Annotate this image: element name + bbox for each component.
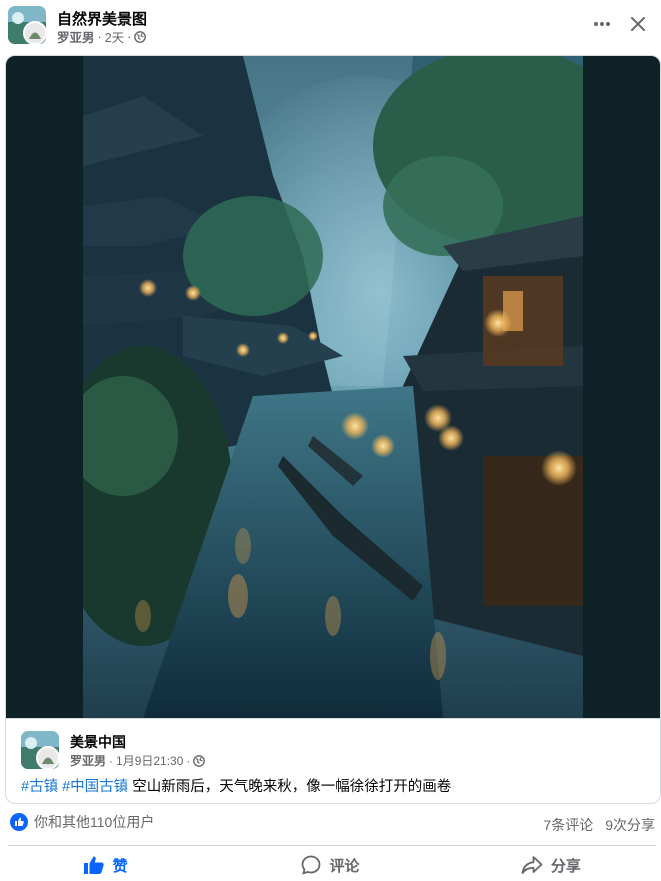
- like-reaction-icon: [10, 813, 28, 831]
- post-body: 空山新雨后，天气晚来秋，像一幅徐徐打开的画卷: [132, 779, 452, 795]
- comment-count[interactable]: 7条评论: [543, 815, 593, 835]
- post-meta: 罗亚男 · 2天 ·: [57, 27, 147, 46]
- post-photo[interactable]: [6, 56, 660, 718]
- hashtag-link[interactable]: #古镇: [21, 779, 58, 795]
- share-button[interactable]: 分享: [441, 849, 661, 881]
- share-count[interactable]: 9次分享: [605, 815, 655, 835]
- separator: ·: [186, 753, 191, 768]
- divider: [8, 845, 656, 846]
- hashtag-link[interactable]: #中国古镇: [62, 779, 128, 795]
- shared-post-meta: 罗亚男 · 1月9日21:30 ·: [70, 752, 206, 769]
- globe-icon: [193, 754, 206, 767]
- shared-post-info: 美景中国 罗亚男 · 1月9日21:30 · #古镇 #中国古镇 空山新雨后，天…: [6, 718, 660, 803]
- reaction-summary[interactable]: 你和其他110位用户: [10, 812, 154, 832]
- reaction-count[interactable]: 你和其他110位用户: [34, 812, 154, 832]
- post-time[interactable]: 2天: [105, 27, 124, 46]
- share-icon: [521, 855, 543, 875]
- page-avatar[interactable]: [21, 731, 59, 769]
- share-label: 分享: [550, 857, 581, 875]
- post-header: 自然界美景图 罗亚男 · 2天 ·: [0, 0, 661, 50]
- group-name[interactable]: 自然界美景图: [57, 8, 147, 29]
- close-icon[interactable]: [624, 10, 652, 38]
- like-label: 赞: [112, 857, 128, 875]
- thumbs-up-icon: [83, 855, 105, 875]
- more-options-icon[interactable]: [588, 10, 616, 38]
- comment-button[interactable]: 评论: [220, 849, 440, 881]
- globe-icon: [134, 30, 147, 43]
- ancient-town-image: [83, 56, 583, 718]
- page-name[interactable]: 美景中国: [70, 732, 126, 752]
- post-time[interactable]: 1月9日21:30: [116, 752, 183, 769]
- separator: ·: [127, 29, 132, 44]
- comment-label: 评论: [329, 857, 360, 875]
- group-avatar[interactable]: [8, 6, 46, 44]
- action-bar: 赞 评论 分享: [0, 849, 661, 881]
- author-name[interactable]: 罗亚男: [70, 752, 106, 769]
- shared-post-card[interactable]: 美景中国 罗亚男 · 1月9日21:30 · #古镇 #中国古镇 空山新雨后，天…: [5, 55, 661, 804]
- separator: ·: [109, 753, 114, 768]
- comment-icon: [301, 855, 321, 875]
- separator: ·: [97, 29, 102, 44]
- author-name[interactable]: 罗亚男: [57, 27, 95, 46]
- engagement-stats: 你和其他110位用户 7条评论 9次分享: [0, 812, 661, 836]
- post-text: #古镇 #中国古镇 空山新雨后，天气晚来秋，像一幅徐徐打开的画卷: [21, 775, 451, 796]
- like-button[interactable]: 赞: [0, 849, 220, 881]
